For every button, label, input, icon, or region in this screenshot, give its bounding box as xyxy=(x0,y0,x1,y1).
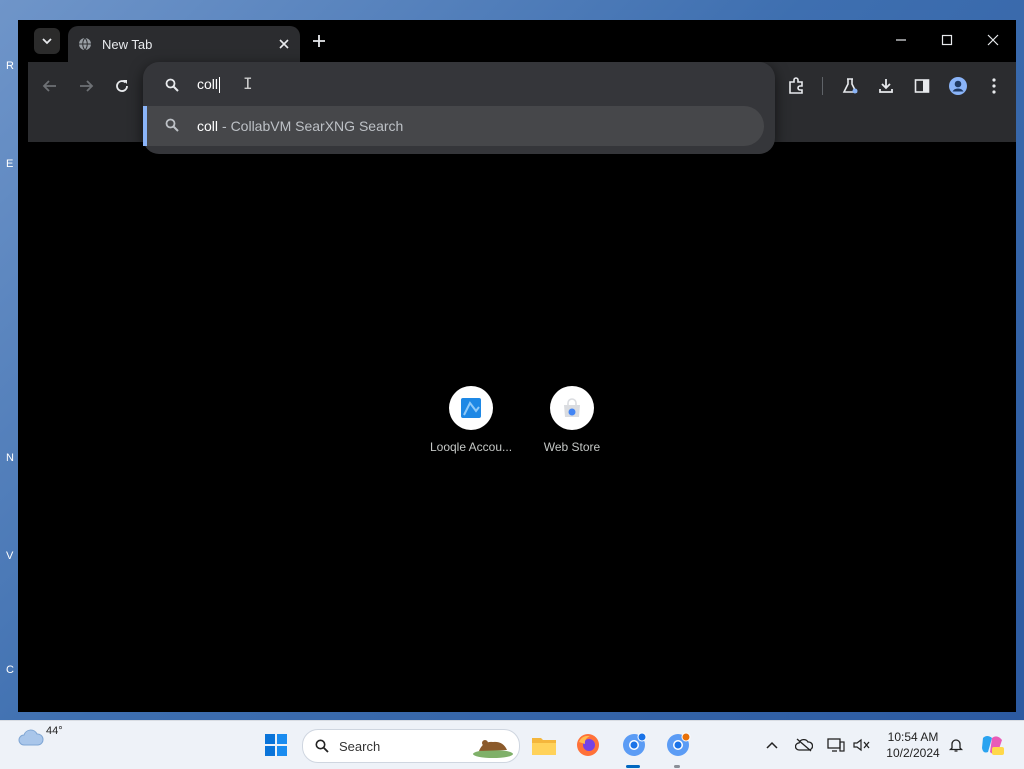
browser-window: New Tab coll I coll - CollabVM SearXNG S… xyxy=(18,20,1016,712)
labs-icon xyxy=(842,78,858,94)
chevron-up-icon xyxy=(766,741,778,749)
extensions-button[interactable] xyxy=(782,72,810,100)
desktop-icon-label: N xyxy=(6,452,14,464)
desktop-icon-label: V xyxy=(6,550,14,562)
taskbar-clock[interactable]: 10:54 AM 10/2/2024 xyxy=(880,729,946,761)
cloud-icon xyxy=(18,729,44,746)
windows-start-icon xyxy=(265,734,287,756)
search-icon xyxy=(315,739,329,753)
network-tray[interactable] xyxy=(826,735,846,755)
cloud-offline-icon xyxy=(795,738,813,752)
minimize-icon xyxy=(896,39,906,41)
omnibox-text: coll xyxy=(197,76,219,92)
desktop-icon-label: R xyxy=(6,60,14,72)
onedrive-tray[interactable] xyxy=(794,735,814,755)
chrome-button[interactable] xyxy=(618,729,650,761)
copilot-icon xyxy=(982,736,1004,755)
download-icon xyxy=(879,79,893,93)
looqle-account-icon xyxy=(449,386,493,430)
more-menu-button[interactable] xyxy=(980,72,1008,100)
labs-button[interactable] xyxy=(836,72,864,100)
more-icon xyxy=(992,78,996,94)
taskbar: 44° Search 10:54 AM 10/2/2024 xyxy=(0,720,1024,769)
toolbar-divider xyxy=(822,77,823,95)
tab-search-button[interactable] xyxy=(34,28,60,54)
plus-icon xyxy=(313,35,325,47)
shortcut-looqle-account[interactable]: Looqle Accou... xyxy=(426,386,516,454)
weather-temp: 44° xyxy=(46,725,63,737)
back-button[interactable] xyxy=(36,72,64,100)
maximize-button[interactable] xyxy=(932,28,962,52)
shortcut-label: Looqle Accou... xyxy=(429,440,513,454)
tray-overflow-button[interactable] xyxy=(762,735,782,755)
speaker-muted-icon xyxy=(853,738,870,752)
forward-button[interactable] xyxy=(72,72,100,100)
maximize-icon xyxy=(941,34,953,46)
clock-date: 10/2/2024 xyxy=(886,746,940,760)
title-bar: New Tab xyxy=(18,20,1016,62)
extensions-icon xyxy=(789,77,803,94)
desktop-icon-label: E xyxy=(6,158,14,170)
omnibox-dropdown: coll I coll - CollabVM SearXNG Search xyxy=(143,62,775,154)
download-button[interactable] xyxy=(872,72,900,100)
firefox-button[interactable] xyxy=(572,729,604,761)
taskbar-search[interactable]: Search xyxy=(302,729,520,763)
chrome-icon xyxy=(667,732,691,756)
text-cursor-icon: I xyxy=(243,74,253,93)
chrome-icon xyxy=(623,732,647,756)
side-panel-button[interactable] xyxy=(908,72,936,100)
suggestion-description: - CollabVM SearXNG Search xyxy=(222,118,404,134)
suggestion-query: coll xyxy=(197,118,219,134)
tab-title: New Tab xyxy=(102,36,153,52)
shortcut-web-store[interactable]: Web Store xyxy=(527,386,617,454)
clock-time: 10:54 AM xyxy=(887,730,939,744)
window-close-icon xyxy=(987,34,999,46)
minimize-button[interactable] xyxy=(886,28,916,52)
search-label: Search xyxy=(339,738,381,754)
firefox-icon xyxy=(577,734,599,756)
shortcut-label: Web Store xyxy=(543,440,601,454)
network-icon xyxy=(827,738,845,752)
file-explorer-icon xyxy=(532,738,556,755)
notifications-button[interactable] xyxy=(946,735,966,755)
chrome-profile-button[interactable] xyxy=(662,729,694,761)
search-highlight-icon xyxy=(473,740,513,758)
reload-icon xyxy=(116,80,128,92)
tab-new-tab[interactable]: New Tab xyxy=(68,26,300,62)
file-explorer-button[interactable] xyxy=(528,729,560,761)
web-store-icon xyxy=(550,386,594,430)
new-tab-button[interactable] xyxy=(308,30,330,52)
omnibox-input[interactable]: coll xyxy=(197,74,717,94)
profile-icon xyxy=(949,77,967,95)
weather-widget[interactable]: 44° xyxy=(18,725,63,747)
omnibox-suggestion[interactable]: coll - CollabVM SearXNG Search xyxy=(143,106,764,146)
forward-icon xyxy=(80,80,94,92)
globe-icon xyxy=(78,37,92,51)
close-icon[interactable] xyxy=(276,36,292,52)
bell-icon xyxy=(948,739,964,752)
start-button[interactable] xyxy=(260,729,292,761)
profile-button[interactable] xyxy=(944,72,972,100)
search-icon xyxy=(165,78,179,97)
desktop-icon-label: C xyxy=(6,664,14,676)
reload-button[interactable] xyxy=(108,72,136,100)
back-icon xyxy=(42,80,56,92)
copilot-button[interactable] xyxy=(976,729,1008,761)
search-icon xyxy=(165,118,181,134)
sound-tray[interactable] xyxy=(852,735,872,755)
side-panel-icon xyxy=(914,79,930,93)
tab-search-icon xyxy=(42,38,52,45)
window-close-button[interactable] xyxy=(978,28,1008,52)
